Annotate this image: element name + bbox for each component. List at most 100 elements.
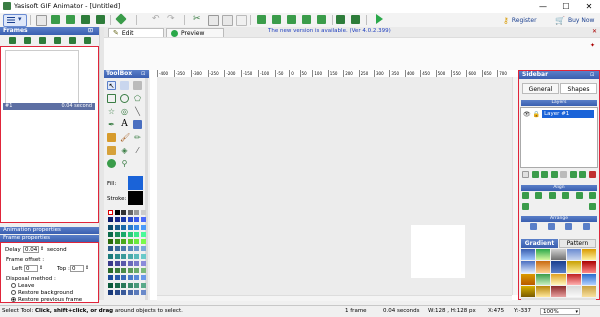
disposal-leave-radio[interactable] [11, 283, 16, 288]
color-swatch[interactable] [108, 253, 113, 259]
align-top-icon[interactable] [562, 192, 570, 199]
resize-icon[interactable] [302, 15, 311, 24]
crop-icon[interactable] [317, 15, 326, 24]
color-swatch[interactable] [127, 275, 133, 281]
align-middle-icon[interactable] [575, 192, 583, 199]
gradient-swatch[interactable] [551, 249, 566, 261]
color-swatch[interactable] [134, 260, 139, 266]
color-swatch[interactable] [134, 282, 139, 288]
gradient-swatch[interactable] [566, 261, 581, 273]
tab-preview[interactable]: Preview [166, 28, 224, 37]
add-frame-icon[interactable] [9, 37, 16, 44]
menu-button[interactable]: ▾ [3, 14, 27, 27]
left-input[interactable]: 0 [24, 265, 38, 272]
color-swatch[interactable] [127, 224, 133, 230]
color-swatch[interactable] [127, 231, 133, 237]
color-swatch[interactable] [134, 231, 139, 237]
frames-list[interactable]: #1 0.04 second [0, 46, 99, 223]
layer-name[interactable]: Layer #1 [542, 110, 595, 118]
gradient-swatch[interactable] [536, 273, 551, 285]
zoom-select[interactable]: 100% ▾ [540, 308, 580, 315]
insert-frame-icon[interactable] [66, 15, 75, 24]
spiral-tool-icon[interactable]: ◎ [120, 107, 129, 116]
color-swatch[interactable] [121, 275, 126, 281]
layer-top-icon[interactable] [550, 171, 558, 178]
color-swatch[interactable] [114, 231, 120, 237]
color-swatch[interactable] [140, 282, 146, 288]
gradient-swatch[interactable] [566, 249, 581, 261]
color-swatch[interactable] [108, 268, 113, 273]
color-swatch[interactable] [114, 246, 120, 252]
lock-icon[interactable]: 🔒 [533, 111, 540, 118]
color-swatch[interactable] [121, 289, 126, 295]
color-swatch[interactable] [121, 246, 126, 252]
gradient-swatch[interactable] [581, 285, 596, 297]
color-swatch[interactable] [121, 260, 126, 266]
gradient-swatch[interactable] [521, 273, 536, 285]
eyedropper-tool-icon[interactable]: ⁄ [133, 146, 142, 155]
color-swatch[interactable] [121, 231, 126, 237]
color-swatch[interactable] [108, 246, 113, 252]
layer-merge-icon[interactable] [569, 171, 577, 178]
color-swatch[interactable] [134, 224, 139, 230]
gradient-swatch[interactable] [521, 261, 536, 273]
redo-icon[interactable]: ↷ [167, 14, 175, 24]
color-swatch[interactable] [127, 289, 133, 295]
duplicate-icon[interactable] [236, 15, 247, 26]
pin-icon[interactable]: ⊡ [141, 70, 145, 78]
color-swatch[interactable] [134, 268, 139, 273]
cut-icon[interactable]: ✂ [193, 14, 201, 24]
register-button[interactable]: ⚷ Register [503, 15, 537, 25]
gradient-swatch[interactable] [521, 285, 536, 297]
color-swatch[interactable] [127, 282, 133, 288]
left-spinner[interactable]: ⇕ [39, 265, 43, 271]
hand-tool-icon[interactable] [107, 159, 116, 168]
color-swatch[interactable] [134, 217, 139, 223]
color-swatch[interactable] [108, 282, 113, 288]
new-icon[interactable] [36, 15, 47, 26]
stroke-color-swatch[interactable] [128, 191, 143, 205]
color-swatch[interactable] [134, 246, 139, 252]
color-swatch[interactable] [114, 239, 120, 244]
distribute-vertical-icon[interactable] [589, 203, 596, 210]
color-swatch[interactable] [134, 210, 139, 215]
video-icon[interactable] [336, 15, 345, 24]
layer-up-icon[interactable] [531, 171, 539, 178]
flip-icon[interactable] [287, 15, 296, 24]
color-swatch[interactable] [114, 253, 120, 259]
eraser-tool-icon[interactable] [107, 133, 116, 142]
rectangle-tool-icon[interactable] [107, 94, 116, 103]
color-swatch[interactable] [134, 275, 139, 281]
color-swatch[interactable] [134, 239, 139, 244]
image-import-icon[interactable] [351, 15, 360, 24]
disposal-restore-background-radio[interactable] [11, 290, 16, 295]
align-center-icon[interactable] [535, 192, 543, 199]
line-tool-icon[interactable]: ╲ [133, 107, 142, 116]
pin-icon[interactable]: ⊡ [88, 27, 93, 35]
gradient-swatch[interactable] [566, 285, 581, 297]
gradient-tool-icon[interactable] [107, 146, 116, 155]
send-back-icon[interactable] [582, 223, 590, 230]
gradient-swatch[interactable] [521, 249, 536, 261]
text-tool-icon[interactable]: A [120, 120, 129, 129]
color-swatch[interactable] [108, 260, 113, 266]
color-swatch[interactable] [140, 210, 146, 215]
color-swatch[interactable] [114, 217, 120, 223]
gradient-swatch[interactable] [566, 273, 581, 285]
close-button[interactable]: ✕ [578, 0, 600, 13]
color-swatch[interactable] [108, 224, 113, 230]
color-swatch[interactable] [108, 239, 113, 244]
color-swatch[interactable] [127, 210, 133, 215]
update-notice[interactable]: The new version is available. (Ver 4.0.2… [268, 28, 391, 34]
rotate-icon[interactable] [272, 15, 281, 24]
color-swatch[interactable] [127, 253, 133, 259]
color-swatch[interactable] [127, 260, 133, 266]
frame-properties-icon[interactable] [69, 37, 76, 44]
color-swatch[interactable] [140, 239, 146, 244]
fill-color-swatch[interactable] [128, 176, 143, 190]
frame-settings-icon[interactable] [84, 37, 91, 44]
color-swatch[interactable] [121, 224, 126, 230]
gradient-swatch[interactable] [581, 273, 596, 285]
paste-icon[interactable] [222, 15, 233, 26]
effect-icon[interactable] [257, 15, 266, 24]
